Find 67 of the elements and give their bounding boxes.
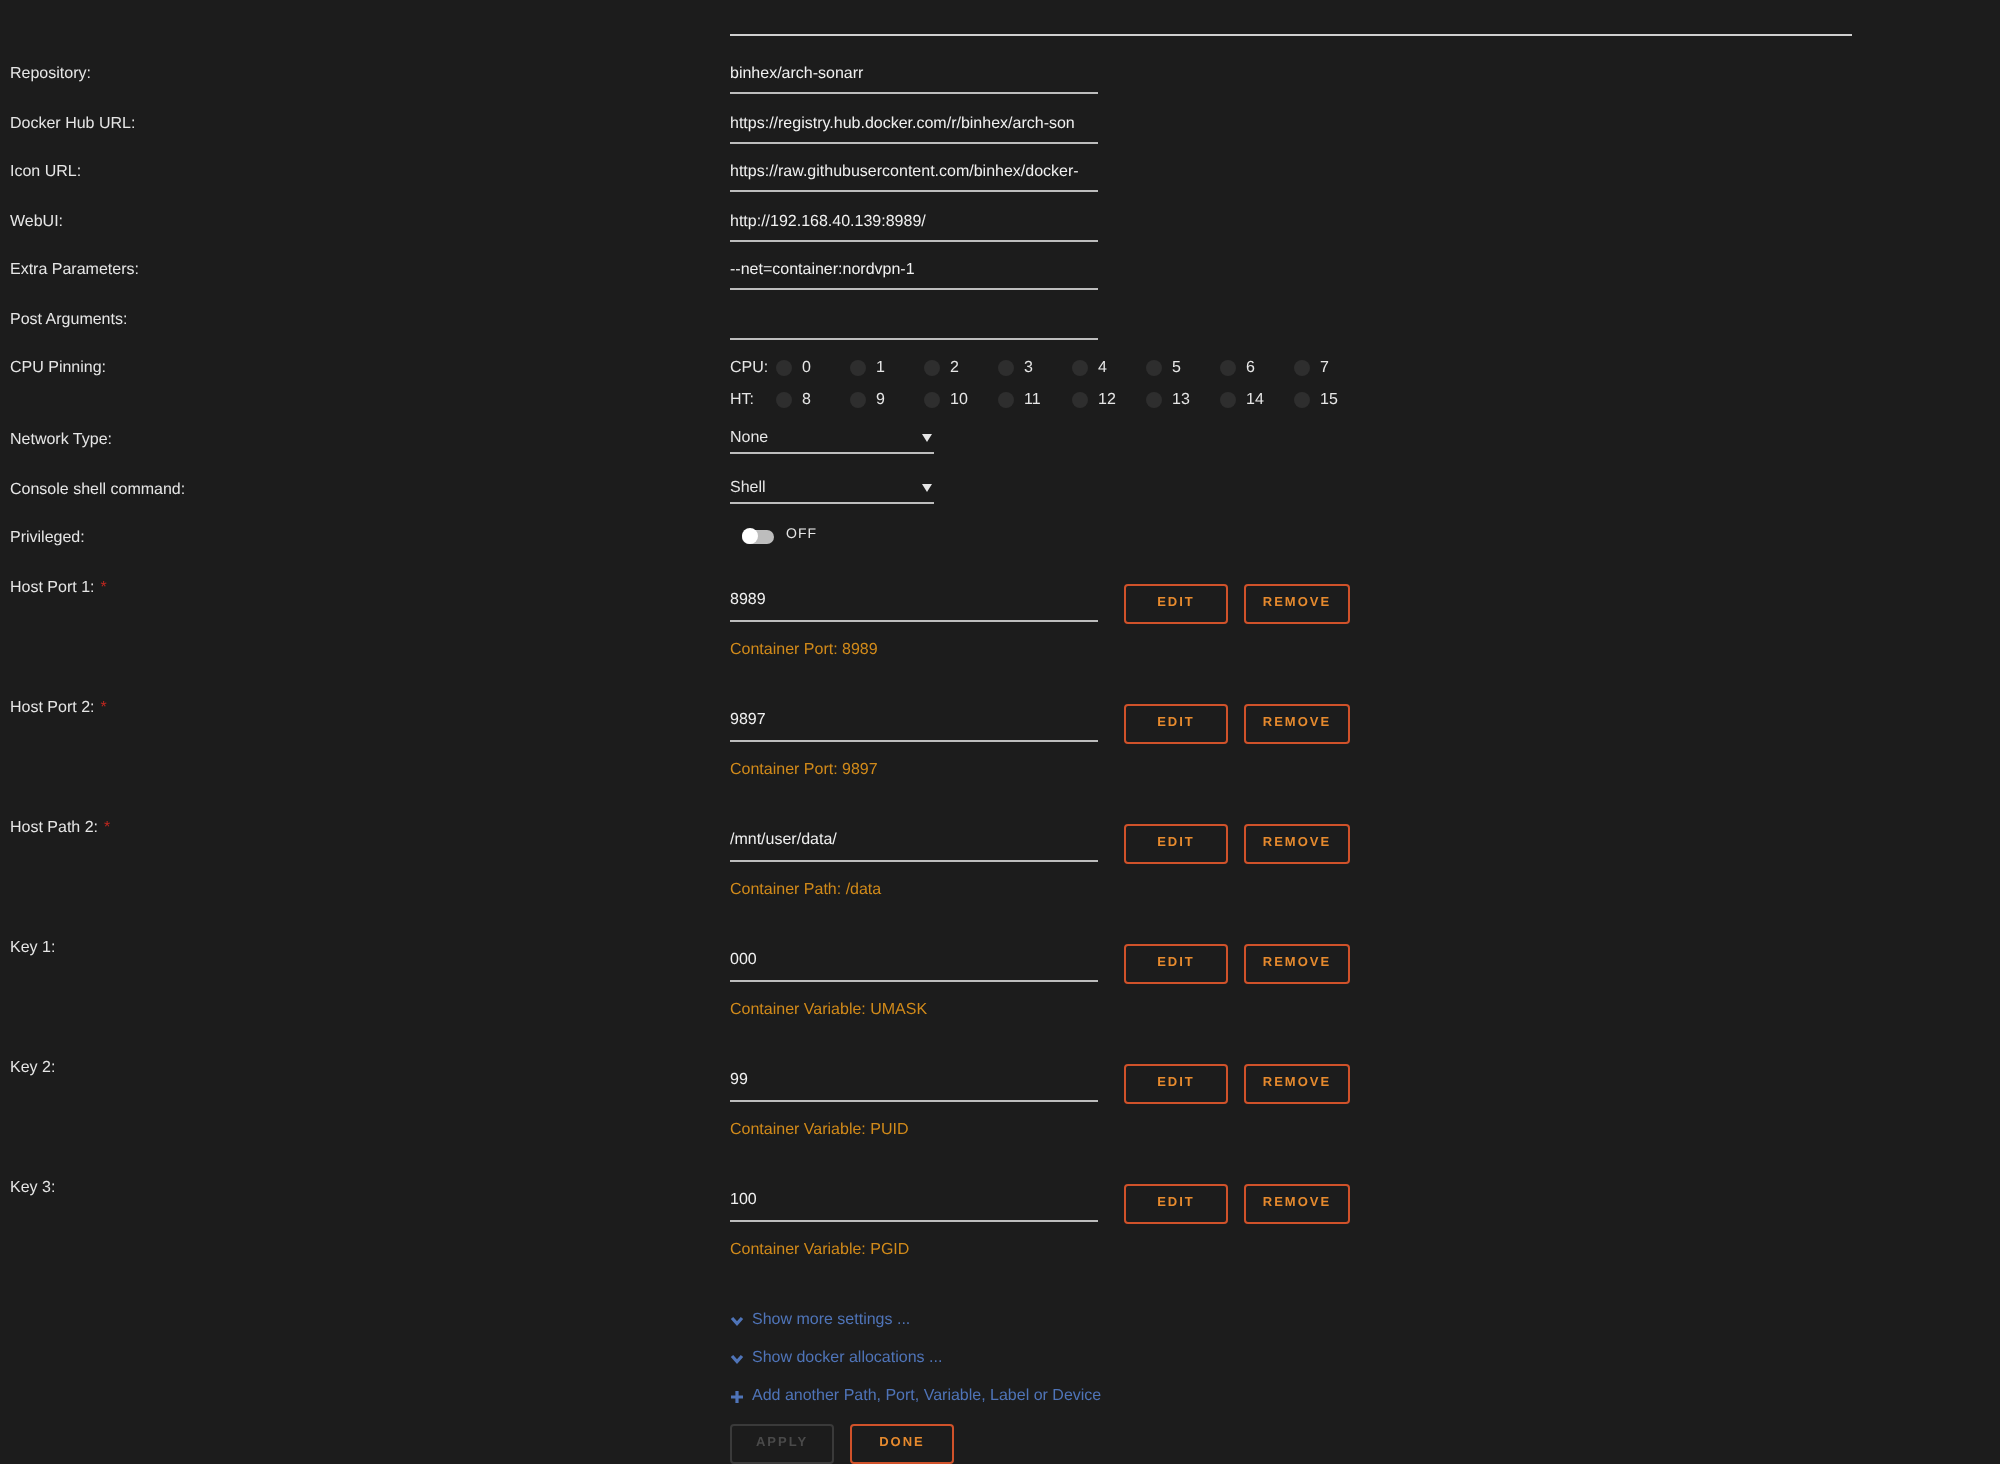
field-description: Container Variable: PUID — [730, 1118, 911, 1142]
required-mark: * — [104, 816, 111, 840]
chevron-down-icon — [730, 1351, 744, 1365]
input-field[interactable]: https://registry.hub.docker.com/r/binhex/arch-son — [730, 111, 1098, 143]
cpu-number: 3 — [1024, 356, 1033, 380]
cpu-number: 2 — [950, 356, 959, 380]
dropdown-caret-icon — [922, 434, 932, 442]
field-label: Post Arguments: — [8, 307, 130, 331]
field-label: Privileged: — [8, 526, 87, 550]
input-field[interactable]: 8989 — [730, 584, 1098, 622]
cpu-number: 0 — [802, 356, 811, 380]
field-label: Host Port 1: — [10, 576, 95, 600]
input-field[interactable]: 9897 — [730, 704, 1098, 742]
required-mark: * — [100, 576, 107, 600]
link[interactable]: Add another Path, Port, Variable, Label or Device — [730, 1386, 2000, 1406]
cpu-row-label: HT: — [730, 388, 756, 412]
required-mark: * — [100, 696, 107, 720]
field-description: Container Port: 8989 — [730, 638, 880, 662]
field-label: Host Port 2: — [10, 696, 95, 720]
field-description: Container Port: 9897 — [730, 758, 880, 782]
cpu-number: 4 — [1098, 356, 1107, 380]
field-label: Docker Hub URL: — [8, 111, 138, 135]
field-description: Container Path: /data — [730, 878, 884, 902]
field-label: Host Path 2: — [10, 816, 99, 840]
cpu-number: 13 — [1172, 388, 1190, 412]
field-label: Icon URL: — [8, 160, 84, 184]
input-field[interactable]: http://192.168.40.139:8989/ — [730, 209, 1098, 241]
input-field[interactable]: 000 — [730, 944, 1098, 982]
input-field[interactable]: --net=container:nordvpn-1 — [730, 258, 1098, 290]
field-label: Extra Parameters: — [8, 258, 141, 282]
select-field[interactable]: Shell — [730, 477, 934, 503]
select-value: Shell — [730, 477, 766, 497]
cpu-number: 5 — [1172, 356, 1181, 380]
field-label: CPU Pinning: — [8, 356, 109, 380]
dropdown-caret-icon — [922, 483, 932, 491]
select-field[interactable]: None — [730, 428, 934, 454]
field-description: Container Variable: UMASK — [730, 998, 930, 1022]
cpu-number: 7 — [1320, 356, 1329, 380]
input-field[interactable]: /mnt/user/data/ — [730, 824, 1098, 862]
input-field[interactable]: https://raw.githubusercontent.com/binhex/docker- — [730, 160, 1098, 192]
field-label: Key 2: — [10, 1056, 56, 1080]
select-value: None — [730, 428, 769, 448]
cpu-number: 15 — [1320, 388, 1338, 412]
cpu-number: 11 — [1024, 388, 1041, 412]
input-field[interactable]: 100 — [730, 1184, 1098, 1222]
field-label: Network Type: — [8, 428, 114, 452]
field-label: Repository: — [8, 62, 93, 86]
link[interactable]: Show more settings ... — [730, 1310, 2000, 1330]
plus-icon — [730, 1389, 744, 1403]
cpu-number: 1 — [876, 356, 885, 380]
cpu-number: 6 — [1246, 356, 1255, 380]
field-label: Key 3: — [10, 1176, 56, 1200]
input-field[interactable]: 99 — [730, 1064, 1098, 1102]
chevron-down-icon — [730, 1313, 744, 1327]
field-description: Container Variable: PGID — [730, 1238, 912, 1262]
toggle-switch[interactable] — [742, 529, 774, 544]
field-label: Console shell command: — [8, 477, 188, 501]
cpu-number: 9 — [876, 388, 885, 412]
field-label: WebUI: — [8, 209, 66, 233]
field-label: Key 1: — [10, 936, 56, 960]
input-field[interactable]: binhex/arch-sonarr — [730, 62, 1098, 94]
cpu-number: 14 — [1246, 388, 1264, 412]
cpu-number: 12 — [1098, 388, 1116, 412]
cpu-row-label: CPU: — [730, 356, 771, 380]
link[interactable]: Show docker allocations ... — [730, 1348, 2000, 1368]
cpu-number: 10 — [950, 388, 968, 412]
cpu-number: 8 — [802, 388, 811, 412]
